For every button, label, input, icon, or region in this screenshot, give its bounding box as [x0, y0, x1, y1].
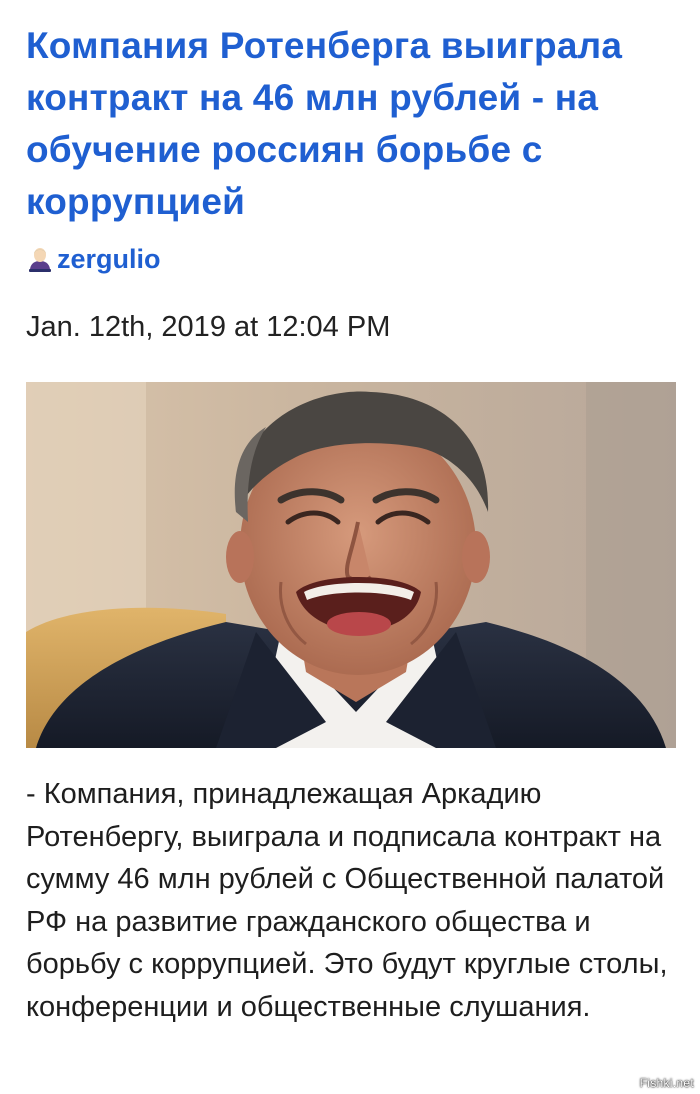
user-avatar-icon [25, 244, 55, 274]
author-name[interactable]: zergulio [57, 244, 161, 275]
article-body: - Компания, принадлежащая Аркадию Ротенб… [26, 778, 668, 1023]
watermark: Fishki.net [639, 1076, 694, 1090]
post-date: Jan. 12th, 2019 at 12:04 PM [26, 311, 391, 343]
article-title: Компания Ротенберга выиграла контракт на… [26, 25, 623, 222]
author-link[interactable]: zergulio [25, 241, 161, 277]
article-photo [26, 382, 676, 748]
